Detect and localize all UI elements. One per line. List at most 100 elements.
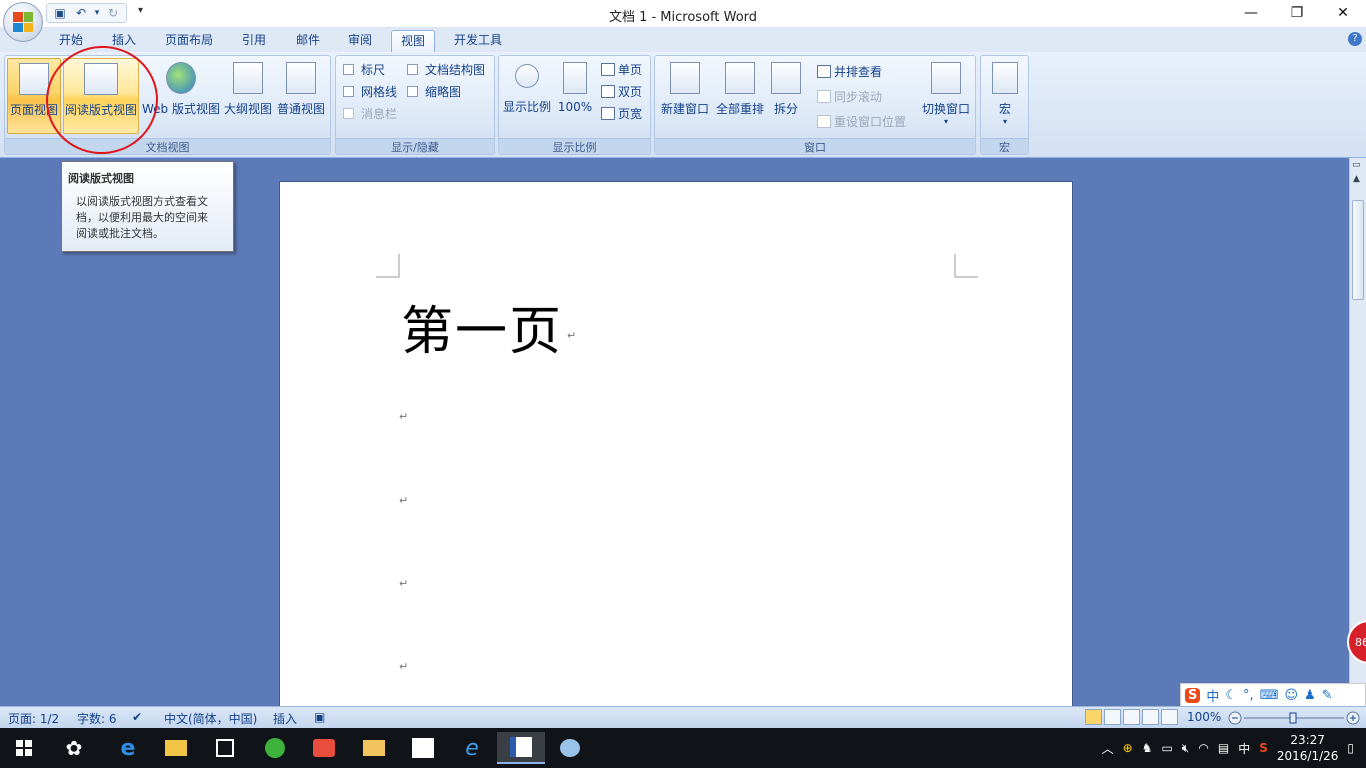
paragraph-mark: ↵ <box>567 329 577 342</box>
tab-home[interactable]: 开始 <box>50 30 92 52</box>
document-heading[interactable]: 第一页 <box>401 289 563 364</box>
mail-app-icon[interactable] <box>350 732 398 764</box>
scrollbar-thumb[interactable] <box>1352 200 1364 300</box>
qq-icon[interactable]: ♞ <box>1142 741 1153 755</box>
macros-button[interactable]: 宏 ▾ <box>985 58 1025 134</box>
print-layout-icon[interactable] <box>1085 709 1102 725</box>
insert-mode[interactable]: 插入 <box>273 710 297 727</box>
word-taskbar-icon[interactable] <box>497 732 545 764</box>
volume-mute-icon[interactable]: 🔇︎ <box>1182 741 1190 756</box>
switch-windows-button[interactable]: 切换窗口 ▾ <box>919 58 973 134</box>
page-width-button[interactable]: 页宽 <box>601 103 642 123</box>
clock-date: 2016/1/26 <box>1276 749 1339 763</box>
battery-icon[interactable]: ▭ <box>1161 741 1172 755</box>
group-label-zoom: 显示比例 <box>499 138 650 154</box>
web-layout-button[interactable]: Web 版式视图 <box>141 58 221 134</box>
new-window-button[interactable]: 新建窗口 <box>657 58 713 134</box>
file-explorer-icon[interactable] <box>152 732 200 764</box>
tab-mailings[interactable]: 邮件 <box>287 30 329 52</box>
zoom-slider[interactable] <box>1228 711 1360 725</box>
print-layout-label: 页面视图 <box>9 103 58 117</box>
punctuation-icon[interactable]: °, <box>1243 688 1254 703</box>
outline-button[interactable]: 大纲视图 <box>223 58 273 134</box>
video-app-icon[interactable] <box>300 732 348 764</box>
draft-button[interactable]: 普通视图 <box>275 58 327 134</box>
tab-developer[interactable]: 开发工具 <box>445 30 511 52</box>
store-icon[interactable] <box>201 732 249 764</box>
screen-app-icon[interactable] <box>399 732 447 764</box>
reset-window-icon <box>817 114 831 128</box>
new-window-icon <box>670 62 700 94</box>
draft-icon[interactable] <box>1161 709 1178 725</box>
outline-icon[interactable] <box>1142 709 1159 725</box>
tab-review[interactable]: 审阅 <box>339 30 381 52</box>
sync-scroll-icon <box>817 89 831 103</box>
keyboard-icon[interactable]: ⌨ <box>1260 688 1279 703</box>
paragraph-mark: ↵ <box>399 494 409 507</box>
split-button[interactable]: 拆分 <box>769 58 803 134</box>
action-center-icon[interactable]: ▯ <box>1347 741 1354 755</box>
edge-icon[interactable]: e <box>104 732 152 764</box>
start-button[interactable] <box>0 732 48 764</box>
paint-app-icon[interactable] <box>546 732 594 764</box>
minimize-button[interactable]: — <box>1228 0 1274 26</box>
ie-icon[interactable]: e <box>448 732 496 764</box>
tooltip-line: 档，以便利用最大的空间来 <box>76 211 208 224</box>
arrange-all-button[interactable]: 全部重排 <box>713 58 767 134</box>
reading-layout-icon[interactable] <box>1104 709 1121 725</box>
view-side-by-side-button[interactable]: 并排查看 <box>817 61 882 81</box>
notification-icon[interactable]: ▤ <box>1218 741 1229 755</box>
chevron-up-icon[interactable]: ︿ <box>1102 740 1114 757</box>
sogou-tray-icon[interactable]: S <box>1259 741 1268 755</box>
thumbnails-checkbox[interactable]: 缩略图 <box>407 81 461 101</box>
two-pages-button[interactable]: 双页 <box>601 81 642 101</box>
group-label-window: 窗口 <box>655 138 975 154</box>
full-screen-reading-button[interactable]: 阅读版式视图 <box>63 58 139 134</box>
full-screen-reading-label: 阅读版式视图 <box>64 103 137 117</box>
proofing-icon[interactable]: ✔ <box>132 710 142 724</box>
one-page-icon <box>601 62 615 76</box>
switch-windows-label: 切换窗口 <box>921 102 970 116</box>
print-layout-button[interactable]: 页面视图 <box>7 58 61 134</box>
plus-icon[interactable]: ⊕ <box>1123 741 1133 755</box>
tab-view[interactable]: 视图 <box>391 30 436 52</box>
tab-references[interactable]: 引用 <box>233 30 275 52</box>
tab-page-layout[interactable]: 页面布局 <box>156 30 222 52</box>
ruler-checkbox[interactable]: 标尺 <box>343 59 385 79</box>
user-icon[interactable]: ☺ <box>1284 688 1298 703</box>
macros-label: 宏 <box>998 102 1011 116</box>
shirt-icon[interactable]: ♟ <box>1304 688 1316 703</box>
word-count[interactable]: 字数: 6 <box>77 710 117 727</box>
moon-icon[interactable]: ☾ <box>1225 688 1237 703</box>
help-icon[interactable]: ? <box>1348 32 1362 46</box>
scroll-up-icon[interactable]: ▲ <box>1353 174 1360 184</box>
zoom-button[interactable]: 显示比例 <box>501 58 553 134</box>
macro-record-icon[interactable]: ▣ <box>314 710 325 724</box>
one-page-button[interactable]: 单页 <box>601 59 642 79</box>
gridlines-checkbox[interactable]: 网格线 <box>343 81 397 101</box>
chevron-down-icon: ▾ <box>1002 117 1007 126</box>
message-bar-checkbox: 消息栏 <box>343 103 397 123</box>
tab-insert[interactable]: 插入 <box>103 30 145 52</box>
web-layout-icon[interactable] <box>1123 709 1140 725</box>
clock-time: 23:27 <box>1290 733 1325 747</box>
language-indicator[interactable]: 中文(简体，中国) <box>164 710 257 727</box>
wrench-icon[interactable]: ✎ <box>1322 688 1333 703</box>
restore-button[interactable]: ❐ <box>1274 0 1320 26</box>
zoom-100-button[interactable]: 100% <box>555 58 595 134</box>
ime-language-toggle[interactable]: 中 <box>1206 686 1219 705</box>
document-page[interactable]: 第一页 ↵ ↵ ↵ ↵ ↵ <box>279 181 1073 721</box>
page-count[interactable]: 页面: 1/2 <box>8 710 59 727</box>
clock[interactable]: 23:27 2016/1/26 <box>1277 732 1339 764</box>
sogou-logo-icon[interactable]: S <box>1185 687 1201 703</box>
office-button[interactable] <box>3 2 43 42</box>
task-view-icon[interactable]: ✿ <box>50 732 98 764</box>
wifi-icon[interactable]: ◠ <box>1198 741 1208 755</box>
tray-language[interactable]: 中 <box>1238 740 1250 757</box>
browser-360-icon[interactable] <box>251 732 299 764</box>
zoom-level[interactable]: 100% <box>1187 710 1221 724</box>
close-button[interactable]: ✕ <box>1320 0 1366 26</box>
paragraph-mark: ↵ <box>399 410 409 423</box>
ruler-toggle-icon[interactable]: ▭ <box>1352 160 1361 170</box>
document-map-checkbox[interactable]: 文档结构图 <box>407 59 485 79</box>
